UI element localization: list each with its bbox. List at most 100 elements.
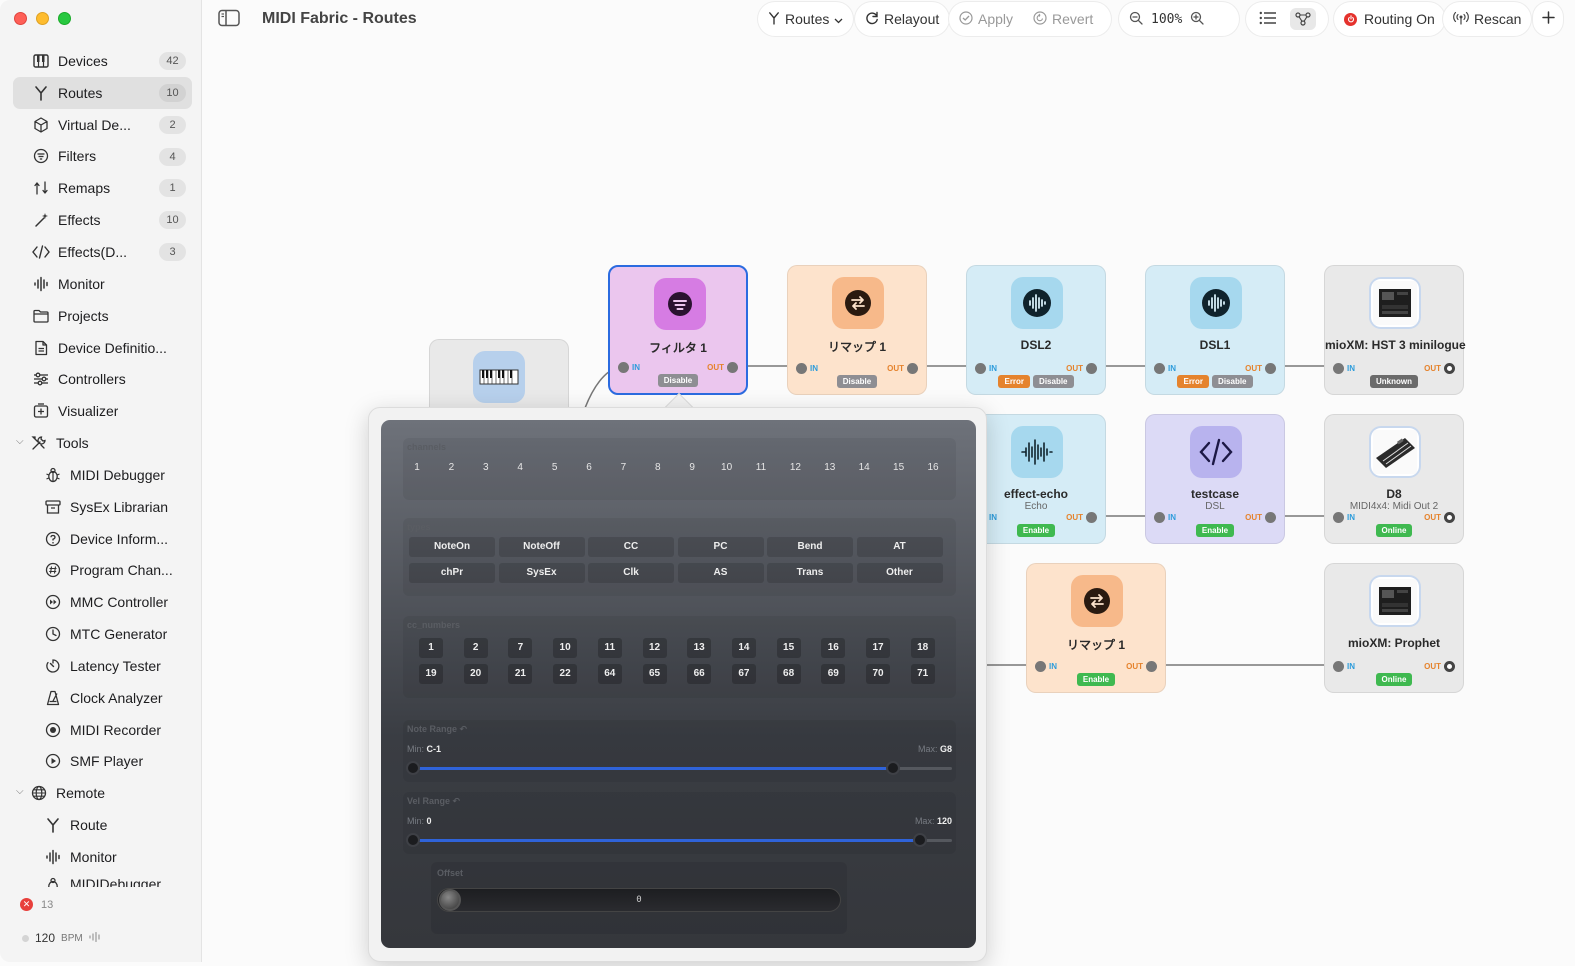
zoom-window-button[interactable] bbox=[58, 12, 71, 25]
channel-toggle[interactable]: 5 bbox=[540, 462, 570, 473]
output-port[interactable]: OUT bbox=[1424, 512, 1455, 523]
port-dot[interactable] bbox=[1444, 512, 1455, 523]
message-type-toggle[interactable]: Trans bbox=[767, 563, 853, 583]
route-node-prophet[interactable]: mioXM: Prophet IN OUT Online bbox=[1324, 563, 1464, 693]
status-badge[interactable]: Enable bbox=[1195, 524, 1235, 537]
cc-number-toggle[interactable]: 15 bbox=[776, 638, 801, 658]
port-dot[interactable] bbox=[1154, 363, 1165, 374]
port-dot[interactable] bbox=[1146, 661, 1157, 672]
cc-number-toggle[interactable]: 12 bbox=[642, 638, 667, 658]
zoom-out-button[interactable] bbox=[1119, 2, 1151, 36]
revert-button[interactable]: Revert bbox=[1023, 2, 1103, 36]
channel-toggle[interactable]: 3 bbox=[471, 462, 501, 473]
cc-number-toggle[interactable]: 2 bbox=[463, 638, 488, 658]
input-port[interactable]: IN bbox=[796, 363, 818, 374]
output-port[interactable]: OUT bbox=[1424, 363, 1455, 374]
cc-number-toggle[interactable]: 16 bbox=[821, 638, 846, 658]
channel-toggle[interactable]: 14 bbox=[849, 462, 879, 473]
sidebar-item-program-change[interactable]: Program Chan... bbox=[13, 555, 192, 587]
route-node-dsl2[interactable]: DSL2 IN OUT Error Disable bbox=[966, 265, 1106, 395]
sidebar-item-monitor[interactable]: Monitor bbox=[13, 268, 192, 300]
route-node-testcase[interactable]: testcase DSL IN OUT Enable bbox=[1145, 414, 1285, 544]
cc-number-toggle[interactable]: 7 bbox=[508, 638, 533, 658]
output-port[interactable]: OUT bbox=[1245, 363, 1276, 374]
sidebar-group-remote[interactable]: ⌵ Remote bbox=[13, 777, 192, 809]
port-dot[interactable] bbox=[1035, 661, 1046, 672]
rescan-button[interactable]: Rescan bbox=[1443, 2, 1532, 36]
sidebar-item-effects-dsl[interactable]: Effects(D... 3 bbox=[13, 236, 192, 268]
routing-toggle-button[interactable]: Routing On bbox=[1334, 2, 1445, 36]
cc-number-toggle[interactable]: 66 bbox=[687, 664, 712, 684]
graph-view-icon[interactable] bbox=[1289, 8, 1316, 30]
sidebar-item-remaps[interactable]: Remaps 1 bbox=[13, 172, 192, 204]
message-type-toggle[interactable]: Other bbox=[856, 563, 943, 583]
output-port[interactable]: OUT bbox=[707, 362, 738, 373]
range-min-handle[interactable] bbox=[406, 761, 420, 775]
sidebar-item-remote-monitor[interactable]: Monitor bbox=[13, 841, 192, 873]
cc-number-toggle[interactable]: 20 bbox=[463, 664, 488, 684]
sidebar-item-controllers[interactable]: Controllers bbox=[13, 363, 192, 395]
channel-toggle[interactable]: 2 bbox=[436, 462, 466, 473]
error-badge[interactable]: Error bbox=[1177, 375, 1210, 388]
input-port[interactable]: IN bbox=[1333, 661, 1355, 672]
message-type-toggle[interactable]: NoteOn bbox=[409, 537, 495, 557]
relayout-button[interactable]: Relayout bbox=[855, 2, 950, 36]
input-port[interactable]: IN bbox=[1154, 363, 1176, 374]
sidebar-item-device-definitions[interactable]: Device Definitio... bbox=[13, 332, 192, 364]
cc-number-toggle[interactable]: 17 bbox=[866, 638, 890, 658]
reset-arrow-icon[interactable]: ↶ bbox=[453, 796, 461, 806]
sidebar-toggle-icon[interactable] bbox=[218, 9, 242, 29]
sidebar-item-midi-debugger[interactable]: MIDI Debugger bbox=[13, 459, 192, 491]
sidebar-group-tools[interactable]: ⌵ Tools bbox=[13, 427, 192, 459]
route-node-filter1[interactable]: フィルタ 1 IN OUT Disable bbox=[608, 265, 748, 395]
route-node-remap-bottom[interactable]: リマップ 1 IN OUT Enable bbox=[1026, 563, 1166, 693]
input-port[interactable]: IN bbox=[1333, 512, 1355, 523]
port-dot[interactable] bbox=[796, 363, 807, 374]
route-node-dsl1[interactable]: DSL1 IN OUT Error Disable bbox=[1145, 265, 1285, 395]
channel-toggle[interactable]: 16 bbox=[918, 462, 948, 473]
sidebar-item-remote-midi-debugger[interactable]: MIDIDebugger bbox=[13, 873, 192, 887]
channel-toggle[interactable]: 6 bbox=[574, 462, 604, 473]
channel-toggle[interactable]: 4 bbox=[505, 462, 535, 473]
channel-toggle[interactable]: 1 bbox=[402, 462, 432, 473]
cc-number-toggle[interactable]: 1 bbox=[419, 638, 443, 658]
status-badge[interactable]: Disable bbox=[657, 374, 699, 387]
message-type-toggle[interactable]: Bend bbox=[767, 537, 853, 557]
cc-number-toggle[interactable]: 10 bbox=[553, 638, 578, 658]
port-dot[interactable] bbox=[907, 363, 918, 374]
message-type-toggle[interactable]: AT bbox=[856, 537, 943, 557]
cc-number-toggle[interactable]: 68 bbox=[776, 664, 801, 684]
sidebar-item-filters[interactable]: Filters 4 bbox=[13, 141, 192, 173]
input-port[interactable]: IN bbox=[1035, 661, 1057, 672]
sidebar-item-remote-route[interactable]: Route bbox=[13, 809, 192, 841]
sidebar-item-smf-player[interactable]: SMF Player bbox=[13, 746, 192, 778]
status-badge[interactable]: Enable bbox=[1016, 524, 1056, 537]
add-button[interactable] bbox=[1533, 2, 1563, 36]
cc-number-toggle[interactable]: 13 bbox=[687, 638, 712, 658]
route-node-remap-top[interactable]: リマップ 1 IN OUT Disable bbox=[787, 265, 927, 395]
port-dot[interactable] bbox=[1333, 661, 1344, 672]
list-view-icon[interactable] bbox=[1259, 11, 1277, 28]
status-badge[interactable]: Disable bbox=[1033, 375, 1074, 388]
message-type-toggle[interactable]: NoteOff bbox=[498, 537, 585, 557]
chevron-down-icon[interactable]: ⌵ bbox=[16, 436, 24, 447]
error-status[interactable]: ✕ 13 bbox=[20, 898, 53, 911]
chevron-down-icon[interactable]: ⌵ bbox=[16, 786, 24, 797]
cc-number-toggle[interactable]: 69 bbox=[821, 664, 846, 684]
channel-toggle[interactable]: 8 bbox=[643, 462, 673, 473]
status-badge[interactable]: Enable bbox=[1076, 673, 1116, 686]
input-port[interactable]: IN bbox=[1333, 363, 1355, 374]
output-port[interactable]: OUT bbox=[1245, 512, 1276, 523]
offset-slider[interactable]: 0 bbox=[437, 888, 841, 912]
sidebar-item-mtc-generator[interactable]: MTC Generator bbox=[13, 618, 192, 650]
port-dot[interactable] bbox=[1265, 363, 1276, 374]
message-type-toggle[interactable]: chPr bbox=[409, 563, 495, 583]
message-type-toggle[interactable]: PC bbox=[677, 537, 764, 557]
output-port[interactable]: OUT bbox=[1066, 512, 1097, 523]
input-port[interactable]: IN bbox=[975, 363, 997, 374]
sidebar-item-visualizer[interactable]: Visualizer bbox=[13, 395, 192, 427]
route-node-hst3-minilogue[interactable]: mioXM: HST 3 minilogue IN OUT Unknown bbox=[1324, 265, 1466, 395]
reset-arrow-icon[interactable]: ↶ bbox=[460, 724, 468, 734]
range-max-handle[interactable] bbox=[912, 833, 927, 847]
port-dot[interactable] bbox=[1086, 512, 1097, 523]
